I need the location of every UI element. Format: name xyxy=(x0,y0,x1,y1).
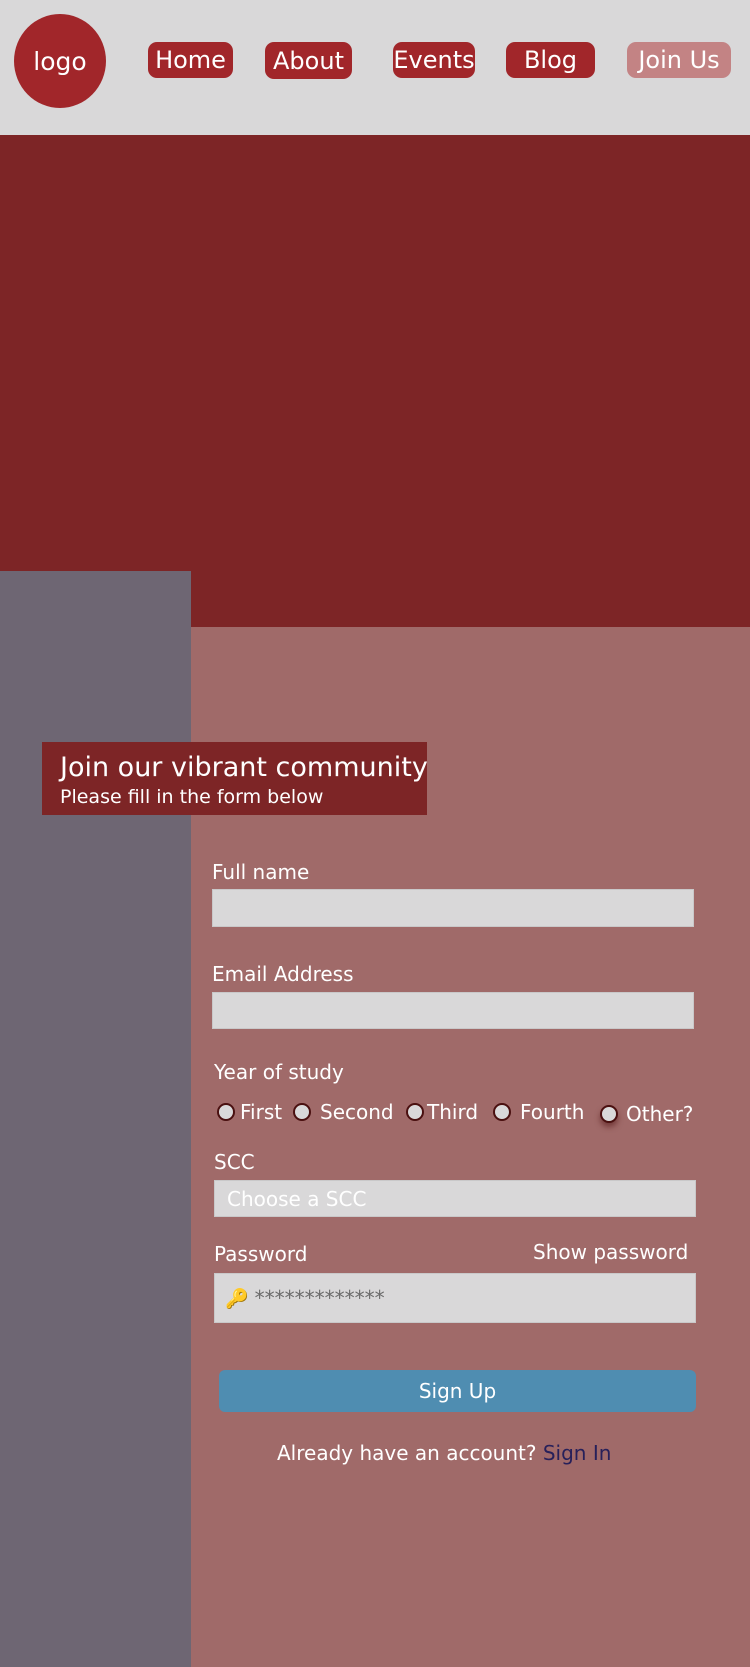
site-header: logo Home About Events Blog Join Us xyxy=(0,0,750,135)
radio-label: First xyxy=(240,1100,283,1124)
password-label: Password xyxy=(214,1242,308,1266)
sign-in-prompt-text: Already have an account? xyxy=(277,1441,537,1465)
radio-label: Second xyxy=(320,1100,394,1124)
year-of-study-label: Year of study xyxy=(214,1060,344,1084)
form-subtitle: Please fill in the form below xyxy=(60,786,324,808)
scc-label: SCC xyxy=(214,1150,255,1174)
radio-button-icon[interactable] xyxy=(600,1105,618,1123)
show-password-toggle[interactable]: Show password xyxy=(533,1240,688,1264)
radio-label: Fourth xyxy=(520,1100,585,1124)
sign-up-button[interactable]: Sign Up xyxy=(219,1370,696,1412)
radio-third[interactable]: Third xyxy=(406,1100,478,1124)
logo[interactable]: logo xyxy=(14,14,106,108)
sign-in-link[interactable]: Sign In xyxy=(543,1441,612,1465)
nav-blog-button[interactable]: Blog xyxy=(506,42,595,78)
radio-label: Third xyxy=(427,1100,479,1124)
form-heading-box: Join our vibrant community Please fill i… xyxy=(42,742,428,815)
radio-second[interactable]: Second xyxy=(293,1100,394,1124)
nav-about-button[interactable]: About xyxy=(265,42,352,79)
form-title: Join our vibrant community xyxy=(60,752,428,783)
hero-banner xyxy=(0,135,750,627)
nav-home-button[interactable]: Home xyxy=(148,42,233,78)
radio-label: Other? xyxy=(626,1102,694,1126)
email-label: Email Address xyxy=(212,962,354,986)
password-input[interactable]: 🔑 ************* xyxy=(214,1273,696,1323)
radio-first[interactable]: First xyxy=(217,1100,282,1124)
password-value: ************* xyxy=(254,1286,385,1310)
scc-select[interactable]: Choose a SCC xyxy=(214,1180,696,1217)
full-name-input[interactable] xyxy=(212,889,694,927)
nav-events-button[interactable]: Events xyxy=(393,42,475,78)
key-icon: 🔑 xyxy=(225,1287,249,1310)
radio-button-icon[interactable] xyxy=(217,1103,235,1121)
radio-other[interactable]: Other? xyxy=(600,1102,693,1126)
radio-button-icon[interactable] xyxy=(293,1103,311,1121)
full-name-label: Full name xyxy=(212,860,310,884)
radio-fourth[interactable]: Fourth xyxy=(493,1100,584,1124)
nav-join-us-button[interactable]: Join Us xyxy=(627,42,731,78)
radio-button-icon[interactable] xyxy=(493,1103,511,1121)
year-of-study-radio-group: First Second Third Fourth Other? xyxy=(214,1100,694,1140)
email-input[interactable] xyxy=(212,992,694,1029)
side-panel xyxy=(0,571,191,1667)
radio-button-icon[interactable] xyxy=(406,1103,424,1121)
sign-in-prompt: Already have an account? Sign In xyxy=(277,1441,611,1465)
